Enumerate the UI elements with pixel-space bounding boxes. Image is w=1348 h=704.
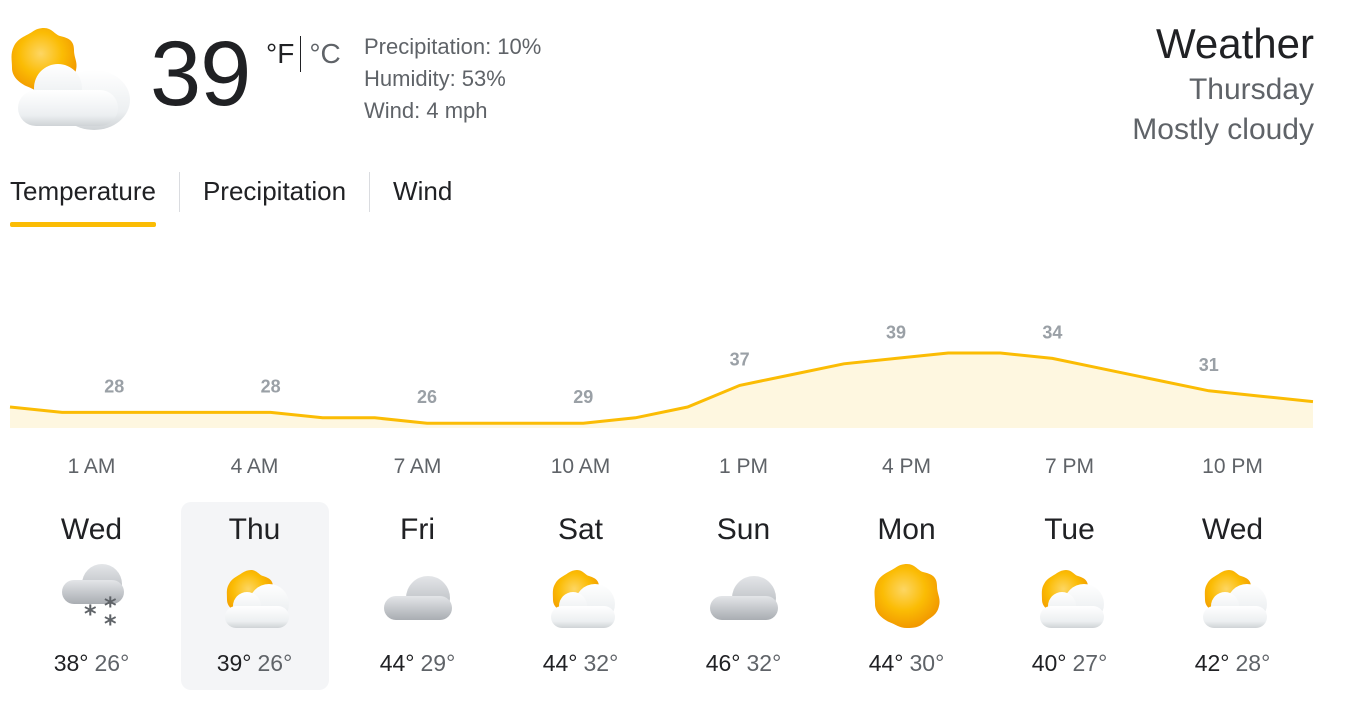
- svg-text:*: *: [104, 610, 117, 632]
- temperature-value-label: 37: [730, 349, 750, 369]
- day-name: Sat: [557, 513, 604, 546]
- day-temperatures: 46° 32°: [670, 647, 818, 679]
- partly-cloudy-icon: [1034, 560, 1106, 632]
- time-label: 4 PM: [882, 455, 931, 478]
- day-forecast[interactable]: Wed * * * 38° 26°: [18, 502, 166, 690]
- high-temperature: 42°: [1194, 650, 1230, 676]
- temperature-area: [10, 353, 1313, 428]
- high-temperature: 40°: [1031, 650, 1067, 676]
- svg-text:*: *: [84, 600, 97, 628]
- day-forecast[interactable]: Wed 42° 28°: [1159, 502, 1307, 690]
- cloud-icon: [382, 560, 454, 632]
- day-forecast[interactable]: Mon 44° 30°: [833, 502, 981, 690]
- partly-cloudy-icon: [1197, 560, 1269, 632]
- low-temperature: 32°: [583, 650, 619, 676]
- time-label: 1 PM: [719, 455, 768, 478]
- time-label: 7 AM: [394, 455, 442, 478]
- day-name: Sun: [716, 513, 771, 546]
- day-name: Tue: [1044, 513, 1095, 546]
- low-temperature: 27°: [1072, 650, 1108, 676]
- low-temperature: 30°: [909, 650, 945, 676]
- partly-cloudy-icon: [545, 560, 617, 632]
- low-temperature: 28°: [1235, 650, 1271, 676]
- high-temperature: 44°: [379, 650, 415, 676]
- day-temperatures: 38° 26°: [18, 647, 166, 679]
- high-temperature: 39°: [216, 650, 252, 676]
- cloud-icon: [708, 560, 780, 632]
- temperature-chart: 1 AM 28 4 AM 28 7 AM 26 10 AM 29 1 PM 37 4 PM 39 7 P…: [9, 322, 1314, 478]
- low-temperature: 29°: [420, 650, 456, 676]
- time-label: 10 AM: [551, 455, 611, 478]
- temperature-value-label: 28: [261, 376, 281, 396]
- temperature-value-label: 29: [573, 387, 593, 407]
- sun-icon: [871, 560, 943, 632]
- day-forecast[interactable]: Thu 39° 26°: [180, 502, 329, 690]
- high-temperature: 46°: [705, 650, 741, 676]
- day-forecast[interactable]: Tue 40° 27°: [996, 502, 1144, 690]
- day-temperatures: 44° 32°: [507, 647, 655, 679]
- day-name: Fri: [400, 513, 435, 546]
- day-temperatures: 40° 27°: [996, 647, 1144, 679]
- high-temperature: 44°: [542, 650, 578, 676]
- temperature-value-label: 31: [1199, 355, 1219, 375]
- day-name: Thu: [228, 513, 281, 546]
- day-forecast[interactable]: Sun 46° 32°: [670, 502, 818, 690]
- time-label: 7 PM: [1045, 455, 1094, 478]
- time-label: 4 AM: [231, 455, 279, 478]
- day-name: Wed: [60, 513, 123, 546]
- temperature-value-label: 34: [1042, 322, 1062, 342]
- high-temperature: 44°: [868, 650, 904, 676]
- low-temperature: 26°: [257, 650, 293, 676]
- time-label: 10 PM: [1202, 455, 1263, 478]
- temperature-value-label: 26: [417, 387, 437, 407]
- high-temperature: 38°: [53, 650, 89, 676]
- low-temperature: 26°: [94, 650, 130, 676]
- day-temperatures: 44° 30°: [833, 647, 981, 679]
- temperature-value-label: 28: [104, 376, 124, 396]
- day-temperatures: 44° 29°: [344, 647, 492, 679]
- low-temperature: 32°: [746, 650, 782, 676]
- day-name: Mon: [877, 513, 936, 546]
- day-name: Wed: [1201, 513, 1264, 546]
- day-forecast[interactable]: Fri 44° 29°: [344, 502, 492, 690]
- day-temperatures: 39° 26°: [181, 647, 329, 679]
- temperature-value-label: 39: [886, 322, 906, 342]
- cloud-snow-icon: * * *: [56, 560, 128, 638]
- partly-cloudy-icon: [219, 560, 291, 632]
- day-temperatures: 42° 28°: [1159, 647, 1307, 679]
- day-forecast[interactable]: Sat 44° 32°: [507, 502, 655, 690]
- time-label: 1 AM: [68, 455, 116, 478]
